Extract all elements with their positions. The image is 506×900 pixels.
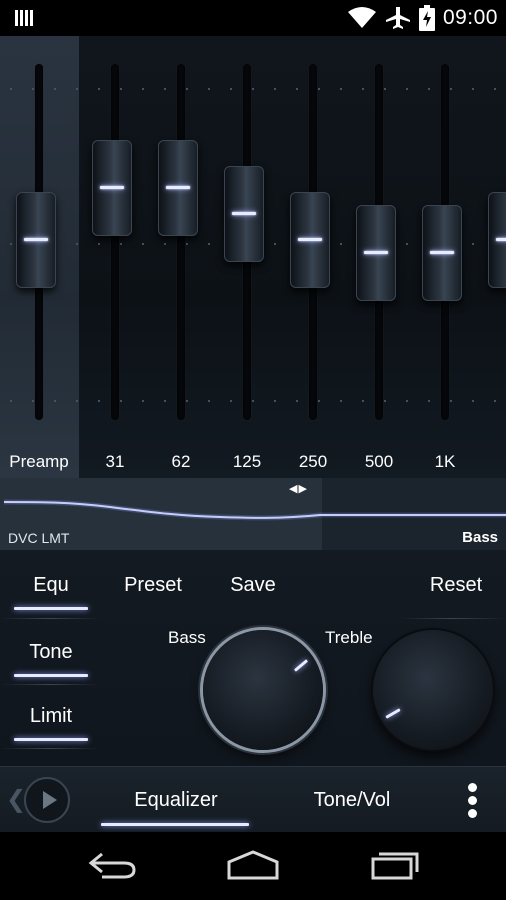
divider [400, 618, 506, 619]
tab-equalizer[interactable]: Equalizer [110, 789, 242, 812]
band-frequency-label: 62 [171, 452, 191, 471]
limit-button[interactable]: Limit [10, 705, 92, 728]
status-time: 09:00 [442, 6, 498, 29]
limit-underline [14, 738, 88, 741]
band-slider[interactable] [486, 64, 506, 424]
eq-curve-panel[interactable]: ◀▶ DVC LMT Bass [0, 478, 506, 550]
band-frequency-label: 1K [434, 452, 456, 471]
slider-thumb[interactable] [290, 192, 330, 288]
divider [0, 684, 100, 685]
preamp-slider[interactable] [14, 64, 64, 424]
thumb-indicator [166, 186, 190, 189]
status-bar: 09:00 [0, 0, 506, 36]
recents-icon[interactable] [370, 850, 420, 880]
treble-knob-label: Treble [325, 628, 373, 647]
slider-thumb[interactable] [422, 205, 462, 301]
back-icon[interactable] [88, 850, 138, 880]
slider-thumb[interactable] [16, 192, 56, 288]
equ-button[interactable]: Equ [10, 574, 92, 597]
equalizer-panel: Preamp 31 62 125 250 500 1K [0, 36, 506, 478]
treble-knob-indicator [385, 708, 401, 719]
bass-knob-label: Bass [168, 628, 206, 647]
band-slider[interactable] [222, 64, 272, 424]
scroll-arrows-icon[interactable]: ◀▶ [289, 482, 308, 495]
preamp-label: Preamp [9, 452, 69, 471]
slider-track [177, 64, 185, 420]
thumb-indicator [364, 251, 388, 254]
band-frequency-label: 500 [364, 452, 394, 471]
preset-button[interactable]: Preset [112, 574, 194, 597]
band-slider[interactable] [90, 64, 140, 424]
divider [0, 618, 100, 619]
thumb-indicator [298, 238, 322, 241]
tab-equalizer-active-underline [101, 823, 249, 826]
more-vert-icon[interactable] [466, 783, 478, 819]
band-frequency-label: 125 [232, 452, 262, 471]
tone-underline [14, 674, 88, 677]
thumb-indicator [232, 212, 256, 215]
band-slider[interactable] [354, 64, 404, 424]
thumb-indicator [496, 238, 506, 241]
thumb-indicator [430, 251, 454, 254]
save-button[interactable]: Save [212, 574, 294, 597]
eq-curve-graph [3, 499, 506, 521]
controls-panel: Equ Preset Save Reset Tone Limit Bass Tr… [0, 550, 506, 766]
airplane-mode-icon [385, 7, 410, 29]
band-slider[interactable] [288, 64, 338, 424]
slider-thumb[interactable] [356, 205, 396, 301]
home-icon[interactable] [226, 850, 280, 880]
thumb-indicator [100, 186, 124, 189]
bottom-tab-bar: ❮ Equalizer Tone/Vol [0, 766, 506, 832]
band-frequency-label: 31 [105, 452, 125, 471]
battery-charging-icon [418, 5, 435, 31]
slider-thumb[interactable] [488, 192, 506, 288]
thumb-indicator [24, 238, 48, 241]
band-slider[interactable] [420, 64, 470, 424]
bass-mode-label: Bass [462, 529, 498, 546]
slider-thumb[interactable] [92, 140, 132, 236]
equ-active-underline [14, 607, 88, 610]
treble-knob[interactable] [373, 630, 493, 750]
band-frequency-label: 250 [298, 452, 328, 471]
tone-button[interactable]: Tone [10, 641, 92, 664]
bass-knob-indicator [293, 659, 309, 672]
slider-track [111, 64, 119, 420]
reset-button[interactable]: Reset [414, 574, 498, 597]
notification-bars-icon [15, 10, 33, 26]
band-slider[interactable] [156, 64, 206, 424]
wifi-icon [347, 7, 376, 28]
play-icon[interactable] [24, 777, 70, 823]
dvc-limiter-label: DVC LMT [8, 530, 70, 546]
divider [0, 748, 100, 749]
slider-thumb[interactable] [158, 140, 198, 236]
tab-tone-vol[interactable]: Tone/Vol [290, 789, 414, 812]
bass-knob[interactable] [203, 630, 323, 750]
slider-thumb[interactable] [224, 166, 264, 262]
system-nav-bar [0, 832, 506, 900]
